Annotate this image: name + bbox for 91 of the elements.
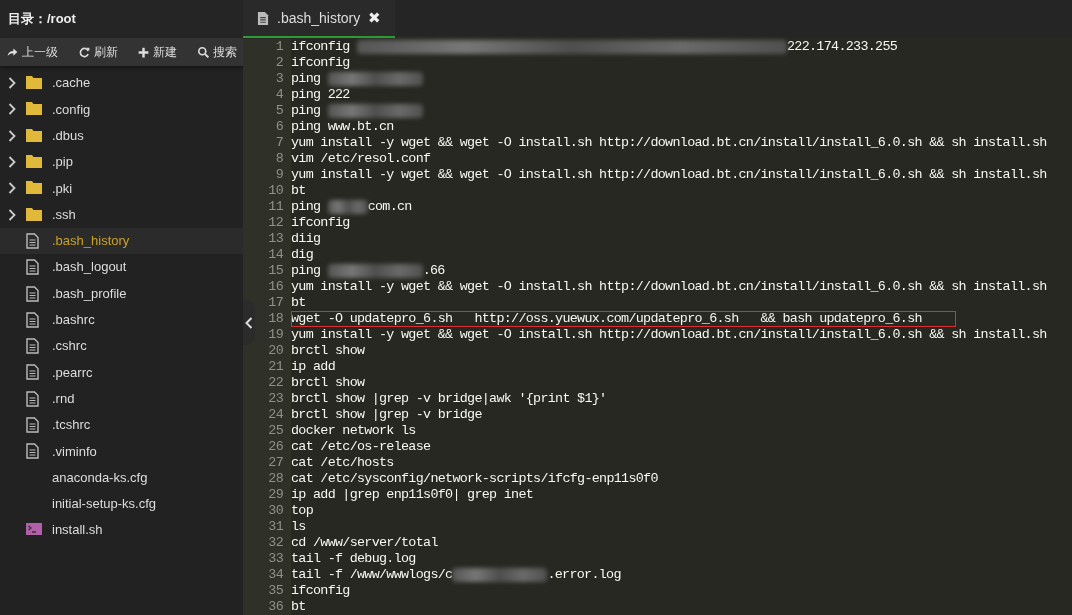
code-line: ping .66	[291, 263, 446, 279]
code-line: bt	[291, 295, 307, 311]
file-item[interactable]: .bash_logout	[0, 254, 243, 281]
code-line: ping com.cn	[291, 199, 413, 215]
code-line: ifconfig	[291, 583, 351, 599]
code-line: ping 222	[291, 87, 351, 103]
code-line: ping	[291, 71, 1072, 87]
code-line: ping	[291, 103, 1072, 119]
code-line: yum install -y wget && wget -O install.sh http://download.bt.cn/install/install_6.0.sh && sh install.sh	[291, 135, 1048, 151]
document-icon	[26, 443, 39, 460]
file-item[interactable]: .bash_history	[0, 227, 243, 255]
new-button[interactable]: 新建	[137, 43, 178, 61]
folder-item[interactable]: .pip	[0, 148, 243, 176]
code-line: cd /www/server/total	[291, 535, 439, 551]
folder-icon	[26, 154, 42, 169]
code-line: ifconfig 222.174.233.255	[291, 39, 899, 55]
chevron-right-icon	[8, 208, 16, 221]
code-line: vim /etc/resol.conf	[291, 151, 432, 167]
code-line: diig	[291, 231, 322, 247]
chevron-right-icon	[8, 156, 16, 169]
code-line: cat /etc/os-release	[291, 439, 432, 455]
file-item[interactable]: .bash_profile	[0, 280, 243, 307]
code-line: cat /etc/sysconfig/network-scripts/ifcfg-enp11s0f0	[291, 471, 659, 487]
folder-item[interactable]: .ssh	[0, 201, 243, 228]
code-line: ifconfig	[291, 55, 351, 71]
code-line: cat /etc/hosts	[291, 455, 395, 471]
document-icon	[26, 390, 39, 407]
document-icon	[257, 10, 269, 26]
folder-item[interactable]: .cache	[0, 70, 243, 97]
document-icon	[26, 232, 39, 249]
file-item[interactable]: .pearrc	[0, 359, 243, 386]
folder-icon	[26, 75, 42, 90]
file-item[interactable]: initial-setup-ks.cfg	[0, 490, 243, 518]
code-line: tail -f /www/wwwlogs/c .error.log	[291, 567, 622, 583]
code-line: bt	[291, 599, 307, 615]
folder-icon	[26, 101, 42, 116]
terminal-icon	[26, 522, 42, 537]
file-item[interactable]: .viminfo	[0, 438, 243, 465]
document-icon	[26, 259, 39, 276]
code-line: brctl show	[291, 343, 366, 359]
chevron-right-icon	[8, 182, 16, 195]
document-icon	[26, 364, 39, 381]
tab-label: .bash_history	[277, 8, 361, 28]
code-line: brctl show	[291, 375, 366, 391]
file-item[interactable]: anaconda-ks.cfg	[0, 464, 243, 491]
code-line: yum install -y wget && wget -O install.sh http://download.bt.cn/install/install_6.0.sh && sh install.sh	[291, 167, 1048, 183]
document-icon	[26, 417, 39, 433]
code-line: ping www.bt.cn	[291, 119, 395, 135]
file-item[interactable]: .cshrc	[0, 332, 243, 360]
document-icon	[26, 311, 39, 328]
folder-item[interactable]: .dbus	[0, 122, 243, 149]
collapse-sidebar-button[interactable]	[243, 300, 255, 345]
document-icon	[26, 338, 39, 355]
code-line: docker network ls	[291, 423, 417, 439]
folder-icon	[26, 206, 42, 221]
search-icon	[196, 45, 210, 59]
chevron-right-icon	[8, 103, 16, 116]
close-icon[interactable]: ✖	[368, 6, 382, 30]
code-line: brctl show |grep -v bridge	[291, 407, 483, 423]
file-item[interactable]: .rnd	[0, 385, 243, 412]
code-line: ifconfig	[291, 215, 351, 231]
code-line: brctl show |grep -v bridge|awk '{print $1}'	[291, 391, 608, 407]
document-icon	[26, 285, 39, 302]
refresh-button[interactable]: 刷新	[77, 43, 118, 61]
code-line: ip add	[291, 359, 336, 375]
file-item[interactable]: .bashrc	[0, 306, 243, 333]
folder-icon	[26, 180, 42, 195]
code-line: ls	[291, 519, 307, 535]
code-line: bt	[291, 183, 307, 199]
up-button[interactable]: 上一级	[6, 43, 58, 61]
code-line: tail -f debug.log	[291, 551, 417, 567]
folder-item[interactable]: .pki	[0, 175, 243, 202]
code-line: yum install -y wget && wget -O install.sh http://download.bt.cn/install/install_6.0.sh && sh install.sh	[291, 279, 1048, 295]
line-number-gutter: 1 2 3 4 5 6 7 8 9 10 11 12 13 14 15 16 17 18 19 20 21 22 23 24 25 26 27 28 29 30 31 32 33 34 35 36	[243, 39, 291, 615]
folder-item[interactable]: .config	[0, 96, 243, 123]
folder-icon	[26, 127, 42, 142]
refresh-icon	[77, 45, 91, 59]
file-tab[interactable]: .bash_history ✖	[243, 0, 396, 38]
file-item[interactable]: .tcshrc	[0, 411, 243, 439]
search-button[interactable]: 搜索	[196, 43, 237, 61]
chevron-right-icon	[8, 77, 16, 90]
file-item[interactable]: install.sh	[0, 517, 243, 544]
code-line: top	[291, 503, 314, 519]
code-line: wget -O updatepro_6.sh http://oss.yuewux.com/updatepro_6.sh && bash updatepro_6.sh	[291, 311, 956, 327]
code-line: dig	[291, 247, 314, 263]
code-line: ip add |grep enp11s0f0| grep inet	[291, 487, 535, 503]
redaction-blur	[327, 200, 368, 214]
code-line: yum install -y wget && wget -O install.sh http://download.bt.cn/install/install_6.0.sh && sh install.sh	[291, 327, 1048, 343]
chevron-right-icon	[8, 129, 16, 142]
plus-icon	[137, 45, 151, 59]
chevron-left-icon	[245, 316, 253, 329]
